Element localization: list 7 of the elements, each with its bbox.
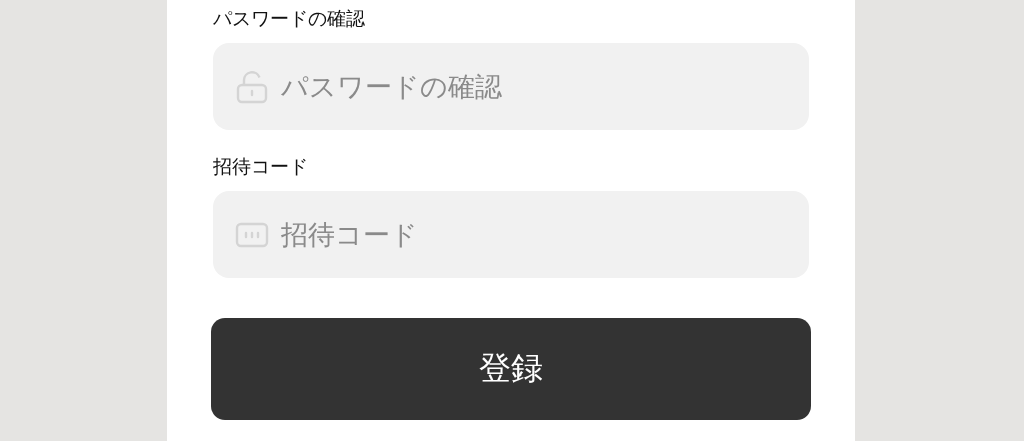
register-button[interactable]: 登録 [210,318,811,420]
unlocked-padlock-icon [234,69,269,104]
field-label: パスワードの確認 [212,6,365,30]
field-label: 招待コード [212,154,308,178]
input-field[interactable]: パスワードの確認 [212,43,809,130]
input-field[interactable]: 招待コード [212,191,809,278]
keypad-icon [234,221,269,248]
